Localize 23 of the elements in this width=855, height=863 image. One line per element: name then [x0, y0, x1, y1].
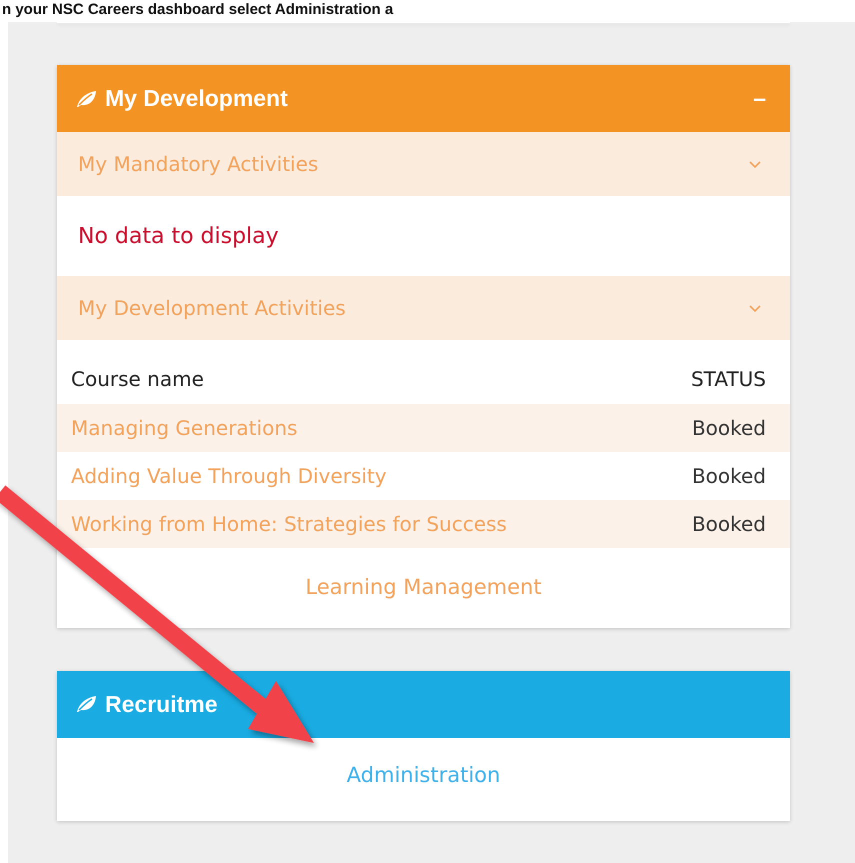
leaf-icon	[75, 90, 97, 108]
course-link[interactable]: Managing Generations	[71, 413, 298, 443]
chevron-icon	[748, 160, 762, 168]
administration-link[interactable]: Administration	[57, 760, 790, 791]
course-link[interactable]: Working from Home: Strategies for Success	[71, 509, 507, 539]
chevron-icon	[748, 304, 762, 312]
status-text: Booked	[692, 415, 766, 442]
course-link[interactable]: Adding Value Through Diversity	[71, 461, 387, 491]
column-header: STATUS	[690, 366, 766, 393]
section-title: My Mandatory Activities	[78, 151, 318, 178]
empty-message: No data to display	[77, 222, 280, 250]
section-header[interactable]: My Development Activities	[57, 276, 790, 340]
footer-link[interactable]: Learning Management	[57, 572, 790, 604]
section-title: My Development Activities	[78, 295, 346, 322]
instruction-text: n your NSC Careers dashboard select Administration a	[1, 0, 394, 20]
panel-title: My Development	[105, 84, 288, 114]
section-header[interactable]: My Mandatory Activities	[57, 132, 790, 196]
collapse-button[interactable]: –	[753, 81, 766, 116]
status-text: Booked	[692, 463, 766, 490]
panel-title: Recruitme	[105, 690, 218, 719]
leaf-icon	[75, 695, 97, 713]
status-text: Booked	[692, 511, 766, 538]
column-header: Course name	[71, 366, 204, 393]
